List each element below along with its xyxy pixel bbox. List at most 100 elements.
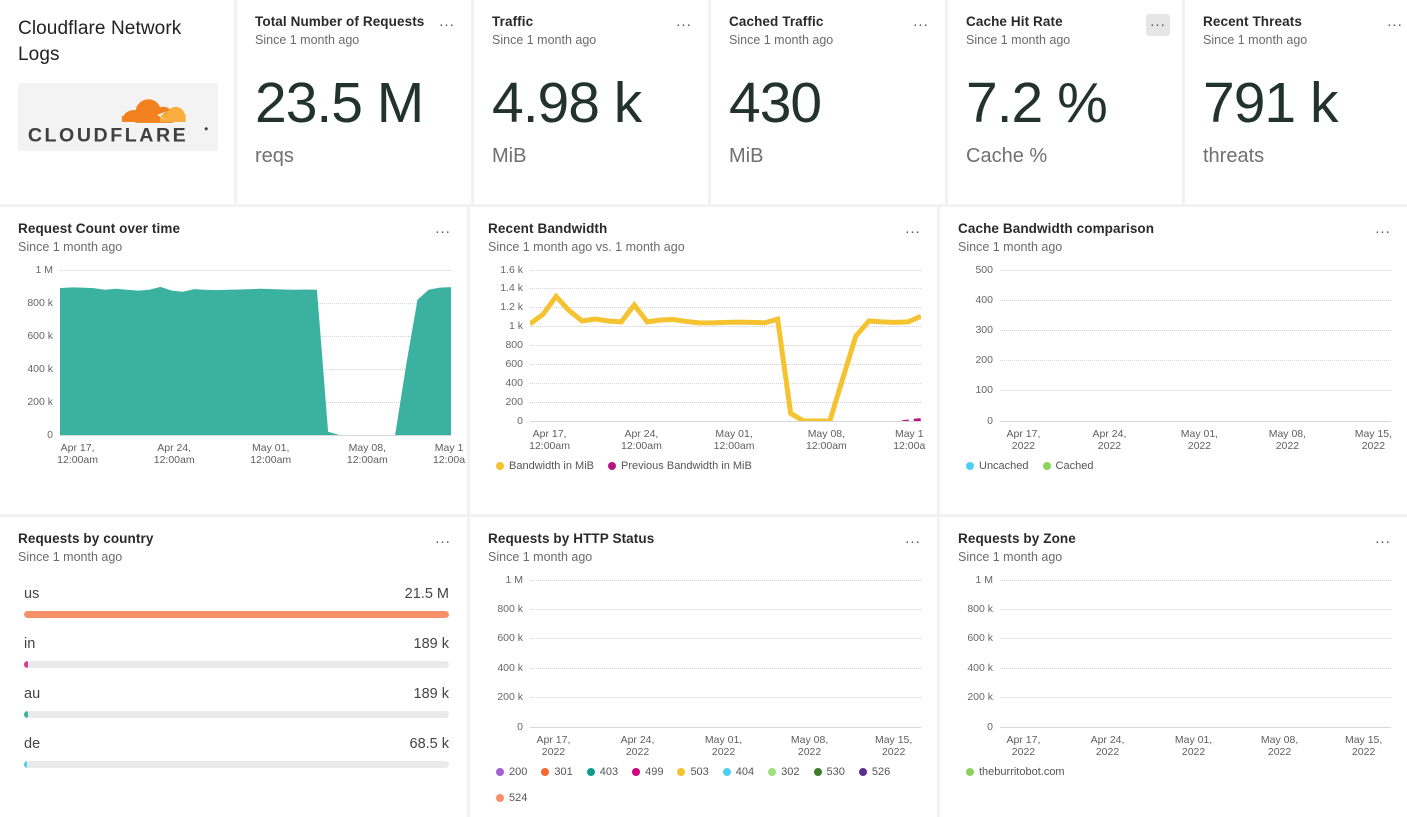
card-menu-button[interactable]: ... bbox=[1146, 14, 1170, 36]
bar-slot[interactable] bbox=[726, 580, 738, 727]
card-menu-button[interactable]: ... bbox=[1371, 531, 1395, 553]
bar-slot[interactable] bbox=[1269, 580, 1281, 727]
bar-slot[interactable] bbox=[860, 580, 872, 727]
bar-slot[interactable] bbox=[1367, 270, 1379, 421]
bar-slot[interactable] bbox=[848, 580, 860, 727]
legend-item[interactable]: Bandwidth in MiB bbox=[496, 460, 594, 472]
card-menu-button[interactable]: ... bbox=[909, 14, 933, 36]
legend-item[interactable]: Previous Bandwidth in MiB bbox=[608, 460, 752, 472]
bar-slot[interactable] bbox=[1098, 580, 1110, 727]
card-menu-button[interactable]: ... bbox=[672, 14, 696, 36]
bar-slot[interactable] bbox=[1086, 270, 1098, 421]
country-row[interactable]: de 68.5 k bbox=[24, 736, 449, 768]
bar-slot[interactable] bbox=[1134, 270, 1146, 421]
bar-slot[interactable] bbox=[1061, 270, 1073, 421]
card-menu-button[interactable]: ... bbox=[1383, 14, 1407, 36]
bar-slot[interactable] bbox=[689, 580, 701, 727]
bar-slot[interactable] bbox=[616, 580, 628, 727]
bar-slot[interactable] bbox=[1171, 580, 1183, 727]
bar-slot[interactable] bbox=[1379, 580, 1391, 727]
bar-slot[interactable] bbox=[787, 580, 799, 727]
bar-slot[interactable] bbox=[1110, 580, 1122, 727]
legend-item[interactable]: 524 bbox=[496, 792, 527, 804]
bar-slot[interactable] bbox=[1171, 270, 1183, 421]
bar-slot[interactable] bbox=[652, 580, 664, 727]
legend-item[interactable]: 530 bbox=[813, 766, 845, 778]
bar-slot[interactable] bbox=[713, 580, 725, 727]
bar-slot[interactable] bbox=[1122, 270, 1134, 421]
bar-slot[interactable] bbox=[1159, 270, 1171, 421]
bar-slot[interactable] bbox=[762, 580, 774, 727]
bar-slot[interactable] bbox=[1330, 270, 1342, 421]
bar-slot[interactable] bbox=[1012, 580, 1024, 727]
bar-slot[interactable] bbox=[1354, 270, 1366, 421]
bar-slot[interactable] bbox=[1073, 270, 1085, 421]
kpi-card-total-requests[interactable]: Total Number of Requests Since 1 month a… bbox=[237, 0, 471, 204]
bar-slot[interactable] bbox=[750, 580, 762, 727]
bar-slot[interactable] bbox=[1000, 270, 1012, 421]
legend-item[interactable]: 499 bbox=[632, 766, 663, 778]
bar-slot[interactable] bbox=[823, 580, 835, 727]
bar-slot[interactable] bbox=[1220, 580, 1232, 727]
bar-slot[interactable] bbox=[799, 580, 811, 727]
bar-slot[interactable] bbox=[567, 580, 579, 727]
bar-slot[interactable] bbox=[1061, 580, 1073, 727]
kpi-card-traffic[interactable]: Traffic Since 1 month ago ... 4.98 k MiB bbox=[474, 0, 708, 204]
bar-slot[interactable] bbox=[1098, 270, 1110, 421]
bar-slot[interactable] bbox=[1293, 580, 1305, 727]
bar-slot[interactable] bbox=[738, 580, 750, 727]
kpi-card-recent-threats[interactable]: Recent Threats Since 1 month ago ... 791… bbox=[1185, 0, 1407, 204]
bar-slot[interactable] bbox=[579, 580, 591, 727]
bar-slot[interactable] bbox=[701, 580, 713, 727]
bar-slot[interactable] bbox=[1281, 580, 1293, 727]
card-menu-button[interactable]: ... bbox=[901, 221, 925, 243]
legend-item[interactable]: Uncached bbox=[966, 460, 1029, 472]
bar-slot[interactable] bbox=[1037, 270, 1049, 421]
card-menu-button[interactable]: ... bbox=[1371, 221, 1395, 243]
bar-slot[interactable] bbox=[1147, 580, 1159, 727]
bar-slot[interactable] bbox=[1208, 270, 1220, 421]
bar-slot[interactable] bbox=[1318, 270, 1330, 421]
legend-item[interactable]: 302 bbox=[768, 766, 800, 778]
bar-slot[interactable] bbox=[1196, 580, 1208, 727]
bar-slot[interactable] bbox=[1257, 580, 1269, 727]
bar-slot[interactable] bbox=[1257, 270, 1269, 421]
bar-slot[interactable] bbox=[554, 580, 566, 727]
bar-slot[interactable] bbox=[1000, 580, 1012, 727]
bar-slot[interactable] bbox=[1269, 270, 1281, 421]
bar-slot[interactable] bbox=[909, 580, 921, 727]
bar-slot[interactable] bbox=[1305, 270, 1317, 421]
bar-slot[interactable] bbox=[640, 580, 652, 727]
bar-slot[interactable] bbox=[530, 580, 542, 727]
legend-item[interactable]: theburritobot.com bbox=[966, 766, 1065, 778]
bar-slot[interactable] bbox=[1379, 270, 1391, 421]
bar-slot[interactable] bbox=[835, 580, 847, 727]
bar-slot[interactable] bbox=[677, 580, 689, 727]
legend-item[interactable]: Cached bbox=[1042, 460, 1093, 472]
bar-slot[interactable] bbox=[811, 580, 823, 727]
bar-slot[interactable] bbox=[664, 580, 676, 727]
bar-slot[interactable] bbox=[1208, 580, 1220, 727]
bar-slot[interactable] bbox=[542, 580, 554, 727]
bar-slot[interactable] bbox=[1196, 270, 1208, 421]
bar-slot[interactable] bbox=[1244, 580, 1256, 727]
bar-slot[interactable] bbox=[1330, 580, 1342, 727]
bar-slot[interactable] bbox=[1024, 270, 1036, 421]
card-menu-button[interactable]: ... bbox=[901, 531, 925, 553]
bar-slot[interactable] bbox=[1293, 270, 1305, 421]
bar-slot[interactable] bbox=[603, 580, 615, 727]
bar-slot[interactable] bbox=[872, 580, 884, 727]
bar-slot[interactable] bbox=[1232, 270, 1244, 421]
bar-slot[interactable] bbox=[1134, 580, 1146, 727]
card-menu-button[interactable]: ... bbox=[431, 221, 455, 243]
bar-slot[interactable] bbox=[1159, 580, 1171, 727]
legend-item[interactable]: 301 bbox=[541, 766, 573, 778]
bar-slot[interactable] bbox=[1049, 270, 1061, 421]
bar-slot[interactable] bbox=[1367, 580, 1379, 727]
legend-item[interactable]: 404 bbox=[722, 766, 754, 778]
card-menu-button[interactable]: ... bbox=[431, 531, 455, 553]
bar-slot[interactable] bbox=[1232, 580, 1244, 727]
legend-item[interactable]: 200 bbox=[496, 766, 527, 778]
bar-slot[interactable] bbox=[1110, 270, 1122, 421]
country-row[interactable]: au 189 k bbox=[24, 686, 449, 718]
